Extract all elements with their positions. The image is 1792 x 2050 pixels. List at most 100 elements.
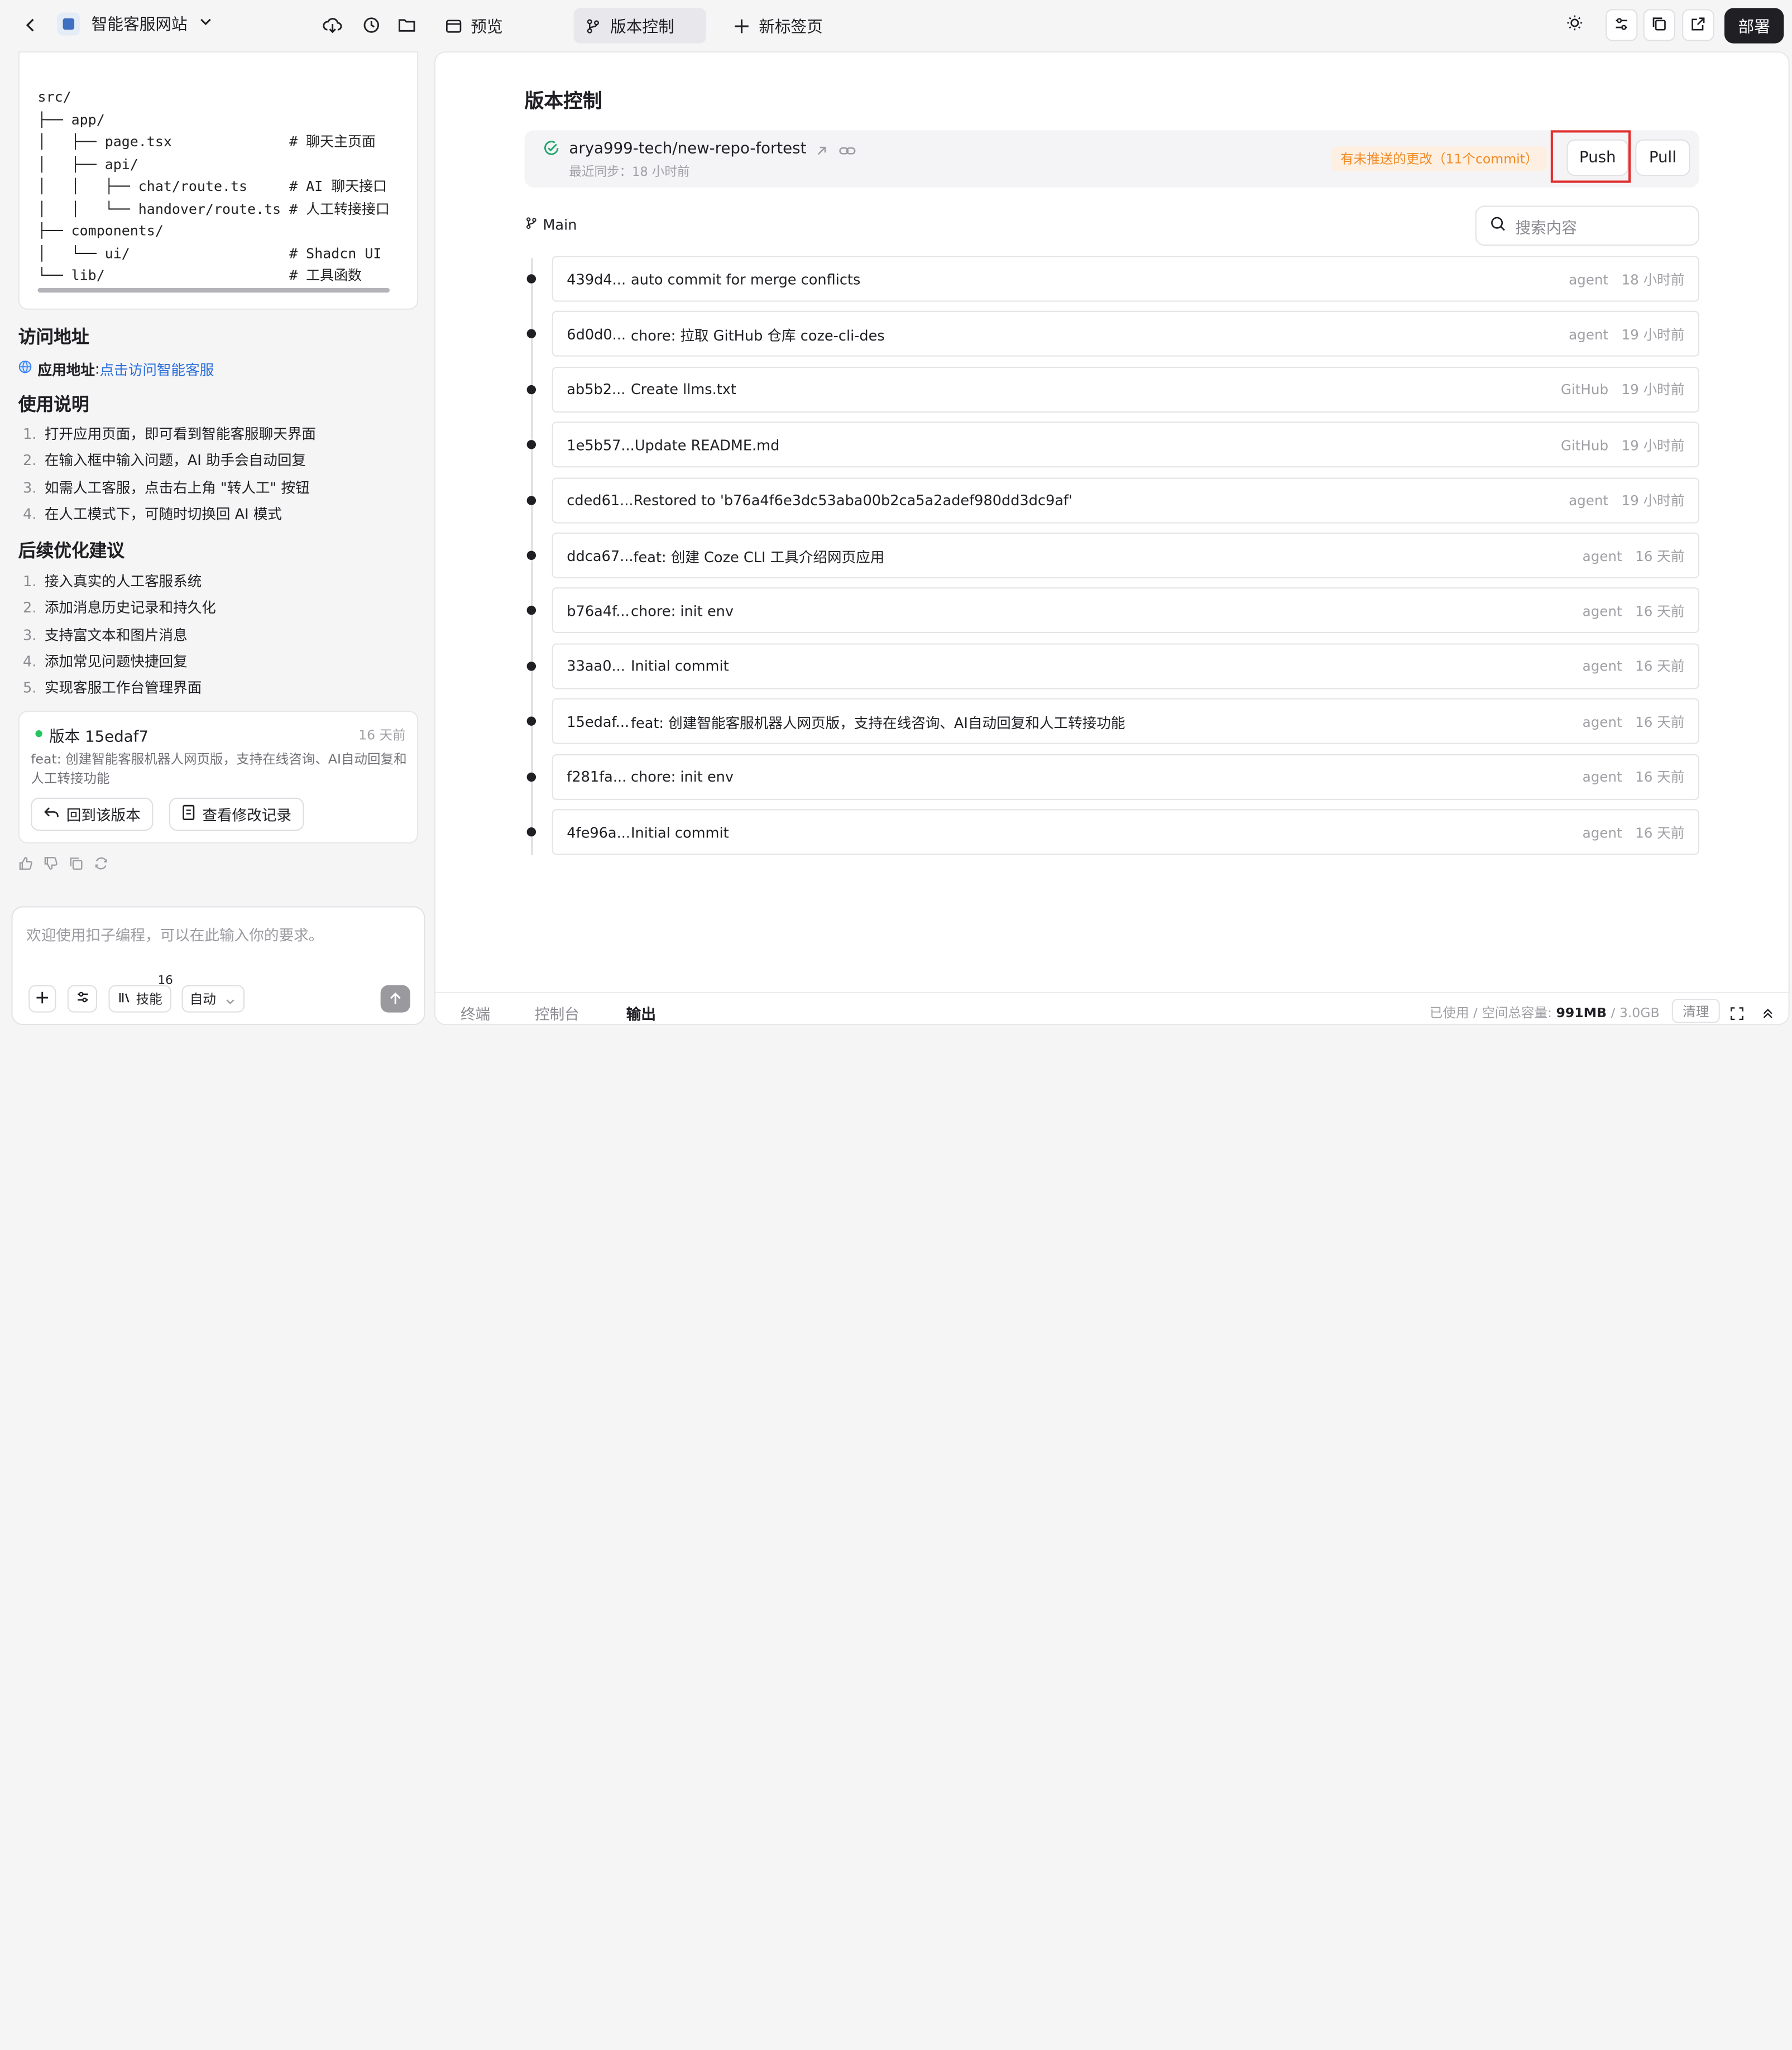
new-tab-button[interactable]: 新标签页 <box>731 15 823 38</box>
list-item: 1. 接入真实的人工客服系统 <box>22 572 202 590</box>
timeline-dot <box>526 716 536 726</box>
clean-button[interactable]: 清理 <box>1671 999 1720 1023</box>
app-url-link[interactable]: 点击访问智能客服 <box>100 358 214 380</box>
commit-row[interactable]: f281fa... chore: init env agent 16 天前 <box>552 754 1699 800</box>
chevron-down-icon <box>225 994 235 1010</box>
commit-meta: agent 16 天前 <box>1583 767 1685 787</box>
commit-row[interactable]: 6d0d0... chore: 拉取 GitHub 仓库 coze-cli-des… <box>552 311 1699 357</box>
tab-version-control-label: 版本控制 <box>610 17 674 36</box>
tab-terminal[interactable]: 终端 <box>461 1002 490 1024</box>
commit-time: 16 天前 <box>1635 603 1685 620</box>
copy-button[interactable] <box>1643 9 1675 41</box>
commit-author: agent <box>1582 658 1622 675</box>
commit-row[interactable]: ddca67... feat: 创建 Coze CLI 工具介绍网页应用 agent… <box>552 532 1699 578</box>
theme-toggle-button[interactable] <box>1559 9 1590 41</box>
list-item: 4. 在人工模式下，可随时切换回 AI 模式 <box>22 505 282 523</box>
refresh-icon[interactable] <box>94 854 109 875</box>
thumbs-down-icon[interactable] <box>44 854 59 875</box>
commit-hash: ddca67... <box>567 547 634 564</box>
git-branch-icon <box>525 216 539 233</box>
commit-row[interactable]: cded61... Restored to 'b76a4f6e3dc53aba00… <box>552 477 1699 523</box>
commit-message: chore: init env <box>630 602 734 620</box>
app-url-label: 应用地址 <box>37 361 95 379</box>
external-link-icon <box>1690 15 1707 36</box>
commit-time: 16 天前 <box>1635 824 1685 841</box>
commit-row[interactable]: 1e5b57... Update README.md GitHub 19 小时前 <box>552 422 1699 468</box>
prompt-input-box[interactable]: 欢迎使用扣子编程，可以在此输入你的要求。 技能 16 自动 <box>11 906 425 1026</box>
timeline-dot <box>526 329 536 339</box>
commit-row[interactable]: 15edaf... feat: 创建智能客服机器人网页版，支持在线咨询、AI自动回… <box>552 698 1699 744</box>
arrow-up-icon <box>389 988 403 1010</box>
commit-author: agent <box>1582 603 1622 620</box>
tab-console[interactable]: 控制台 <box>535 1002 579 1024</box>
tab-output[interactable]: 输出 <box>626 1002 656 1024</box>
back-button[interactable] <box>21 15 41 36</box>
page-title: 版本控制 <box>524 90 602 113</box>
commit-time: 16 天前 <box>1635 548 1685 564</box>
bottom-panel-bar: 终端 控制台 输出 已使用 / 空间总容量: 991MB / 3.0GB 清理 <box>435 992 1789 1024</box>
tab-version-control[interactable]: 版本控制 <box>573 8 707 44</box>
commit-hash: cded61... <box>567 491 634 509</box>
list-item: 5. 实现客服工作台管理界面 <box>22 679 202 697</box>
commit-time: 19 小时前 <box>1621 382 1685 398</box>
usage-list: 1. 打开应用页面，即可看到智能客服聊天界面 2. 在输入框中输入问题，AI 助手会… <box>23 420 316 527</box>
list-item: 2. 添加消息历史记录和持久化 <box>22 599 216 616</box>
check-circle-icon <box>543 140 560 161</box>
code-scrollbar[interactable] <box>37 288 390 293</box>
repo-name[interactable]: arya999-tech/new-repo-fortest <box>569 140 806 158</box>
fullscreen-icon[interactable] <box>1730 1003 1744 1024</box>
timeline-dot <box>526 440 536 449</box>
open-external-button[interactable] <box>1682 9 1714 41</box>
skills-count-badge: 16 <box>157 974 173 988</box>
tab-preview[interactable]: 预览 <box>443 15 503 38</box>
send-button[interactable] <box>380 985 410 1013</box>
chevron-left-icon <box>21 15 41 36</box>
commit-row[interactable]: b76a4f... chore: init env agent 16 天前 <box>552 587 1699 634</box>
skills-button[interactable]: 技能 <box>108 985 172 1013</box>
app-url-row: 应用地址: 点击访问智能客服 <box>18 358 214 380</box>
commit-hash: 6d0d0... <box>567 325 626 343</box>
commit-author: agent <box>1582 769 1622 785</box>
commit-message: Update README.md <box>634 436 780 454</box>
commit-row[interactable]: 4fe96a... Initial commit agent 16 天前 <box>552 809 1699 855</box>
copy-icon[interactable] <box>69 854 84 875</box>
project-name: 智能客服网站 <box>91 16 188 35</box>
mode-select[interactable]: 自动 <box>181 985 245 1013</box>
commit-message: auto commit for merge conflicts <box>630 270 861 288</box>
timeline-dot <box>526 606 536 616</box>
cloud-download-icon <box>322 15 343 36</box>
sliders-icon <box>1613 15 1630 36</box>
settings-button[interactable] <box>1606 9 1638 41</box>
commit-time: 16 天前 <box>1635 769 1685 785</box>
view-changes-button[interactable]: 查看修改记录 <box>169 797 304 831</box>
thumbs-up-icon[interactable] <box>18 854 33 875</box>
search-input[interactable]: 搜索内容 <box>1475 205 1699 246</box>
commit-row[interactable]: 33aa0... Initial commit agent 16 天前 <box>552 643 1699 689</box>
rollback-button[interactable]: 回到该版本 <box>31 797 154 831</box>
link-icon[interactable] <box>838 141 856 162</box>
commit-time: 16 天前 <box>1635 713 1685 730</box>
open-repo-icon[interactable] <box>815 141 829 162</box>
folder-icon <box>396 15 417 36</box>
deploy-button[interactable]: 部署 <box>1724 8 1784 44</box>
commit-row[interactable]: ab5b2... Create llms.txt GitHub 19 小时前 <box>552 366 1699 413</box>
cloud-download-button[interactable] <box>322 15 343 36</box>
pull-button[interactable]: Pull <box>1635 139 1690 176</box>
branch-selector[interactable]: Main <box>525 216 577 233</box>
prompt-input[interactable]: 欢迎使用扣子编程，可以在此输入你的要求。 <box>26 923 323 945</box>
add-attachment-button[interactable] <box>28 985 56 1013</box>
timeline-dot <box>526 661 536 671</box>
project-switcher[interactable]: 智能客服网站 <box>57 12 212 36</box>
commit-hash: 15edaf... <box>567 712 630 730</box>
commit-time: 18 小时前 <box>1621 271 1685 288</box>
commit-meta: agent 18 小时前 <box>1569 269 1684 289</box>
commit-author: GitHub <box>1560 437 1609 454</box>
list-item: 4. 添加常见问题快捷回复 <box>22 652 188 670</box>
folder-button[interactable] <box>396 15 417 36</box>
commit-row[interactable]: 439d4... auto commit for merge conflicts a… <box>552 256 1699 302</box>
options-button[interactable] <box>67 985 97 1013</box>
collapse-up-icon[interactable] <box>1761 1003 1775 1024</box>
commit-message: Initial commit <box>630 657 729 675</box>
history-button[interactable] <box>361 15 382 36</box>
commit-hash: ab5b2... <box>567 381 626 398</box>
